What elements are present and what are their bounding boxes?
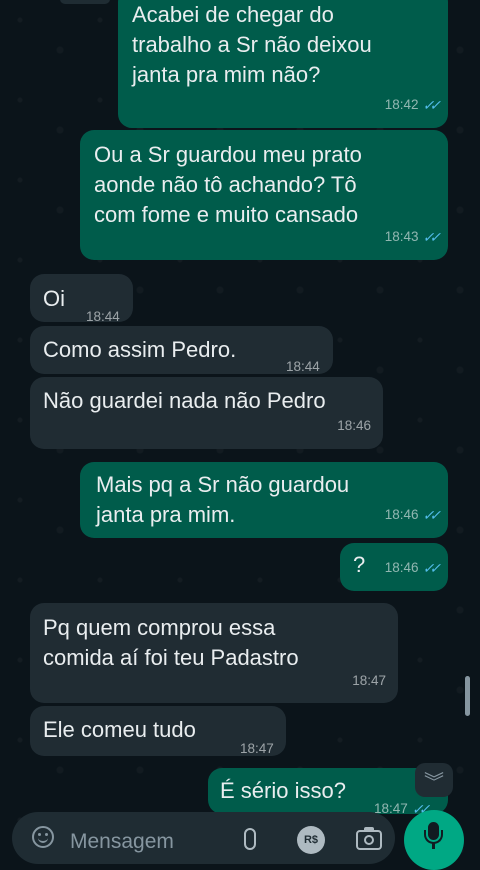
message-bubble-outgoing[interactable]: Ou a Sr guardou meu prato aonde não tô a…: [80, 130, 448, 260]
message-bubble-incoming[interactable]: Oi 18:44: [30, 274, 133, 324]
message-text: É sério isso?: [220, 778, 346, 803]
header-fragment: [60, 0, 110, 4]
message-bubble-outgoing[interactable]: Mais pq a Sr não guardou janta pra mim. …: [80, 462, 448, 538]
message-bubble-outgoing[interactable]: É sério isso? 18:47 ✓✓: [208, 768, 448, 817]
message-time: 18:42: [384, 97, 419, 112]
message-meta: 18:47: [352, 666, 386, 696]
message-meta: 18:46 ✓✓: [384, 553, 442, 583]
message-bubble-incoming[interactable]: Não guardei nada não Pedro 18:46: [30, 377, 383, 449]
emoji-icon[interactable]: [32, 826, 54, 848]
mic-stand: [424, 830, 443, 844]
camera-icon[interactable]: [356, 827, 382, 850]
read-receipt-icon: ✓✓: [422, 560, 442, 576]
message-text: Acabei de chegar do trabalho a Sr não de…: [132, 2, 372, 87]
scroll-to-bottom-button[interactable]: ︾: [415, 763, 453, 797]
message-meta: 18:43 ✓✓: [384, 222, 442, 252]
chevron-double-down-icon: ︾: [424, 771, 444, 794]
message-text: Pq quem comprou essa comida aí foi teu P…: [43, 615, 299, 670]
message-bubble-incoming[interactable]: Pq quem comprou essa comida aí foi teu P…: [30, 603, 398, 703]
message-time: 18:43: [384, 229, 419, 244]
read-receipt-icon: ✓✓: [422, 229, 442, 245]
message-text: Oi: [43, 286, 65, 311]
message-composer[interactable]: Mensagem R$: [12, 812, 395, 864]
message-time: 18:46: [337, 418, 371, 433]
message-text: Ele comeu tudo: [43, 717, 196, 742]
paperclip-icon[interactable]: [244, 828, 256, 850]
message-meta: 18:42 ✓✓: [384, 90, 442, 120]
read-receipt-icon: ✓✓: [422, 507, 442, 523]
message-meta: 18:46: [337, 411, 371, 441]
message-input[interactable]: Mensagem: [70, 830, 174, 854]
message-text: Como assim Pedro.: [43, 337, 237, 362]
message-meta: 18:47: [240, 734, 274, 764]
mic-foot: [432, 843, 435, 849]
message-bubble-incoming[interactable]: Ele comeu tudo 18:47: [30, 706, 286, 756]
mic-button[interactable]: [404, 810, 464, 870]
payment-icon[interactable]: R$: [297, 826, 325, 854]
read-receipt-icon: ✓✓: [422, 97, 442, 113]
scrollbar[interactable]: [465, 676, 470, 716]
message-text: Mais pq a Sr não guardou janta pra mim.: [96, 472, 350, 527]
message-time: 18:47: [240, 741, 274, 756]
message-time: 18:47: [352, 673, 386, 688]
message-text: ?: [353, 552, 366, 577]
message-bubble-outgoing[interactable]: ? 18:46 ✓✓: [340, 543, 448, 591]
message-bubble-outgoing[interactable]: Acabei de chegar do trabalho a Sr não de…: [118, 0, 448, 128]
message-meta: 18:46 ✓✓: [384, 500, 442, 530]
message-time: 18:46: [384, 507, 419, 522]
message-bubble-incoming[interactable]: Como assim Pedro. 18:44: [30, 326, 333, 374]
message-text: Ou a Sr guardou meu prato aonde não tô a…: [94, 142, 362, 227]
message-text: Não guardei nada não Pedro: [43, 388, 326, 413]
message-time: 18:46: [384, 560, 419, 575]
